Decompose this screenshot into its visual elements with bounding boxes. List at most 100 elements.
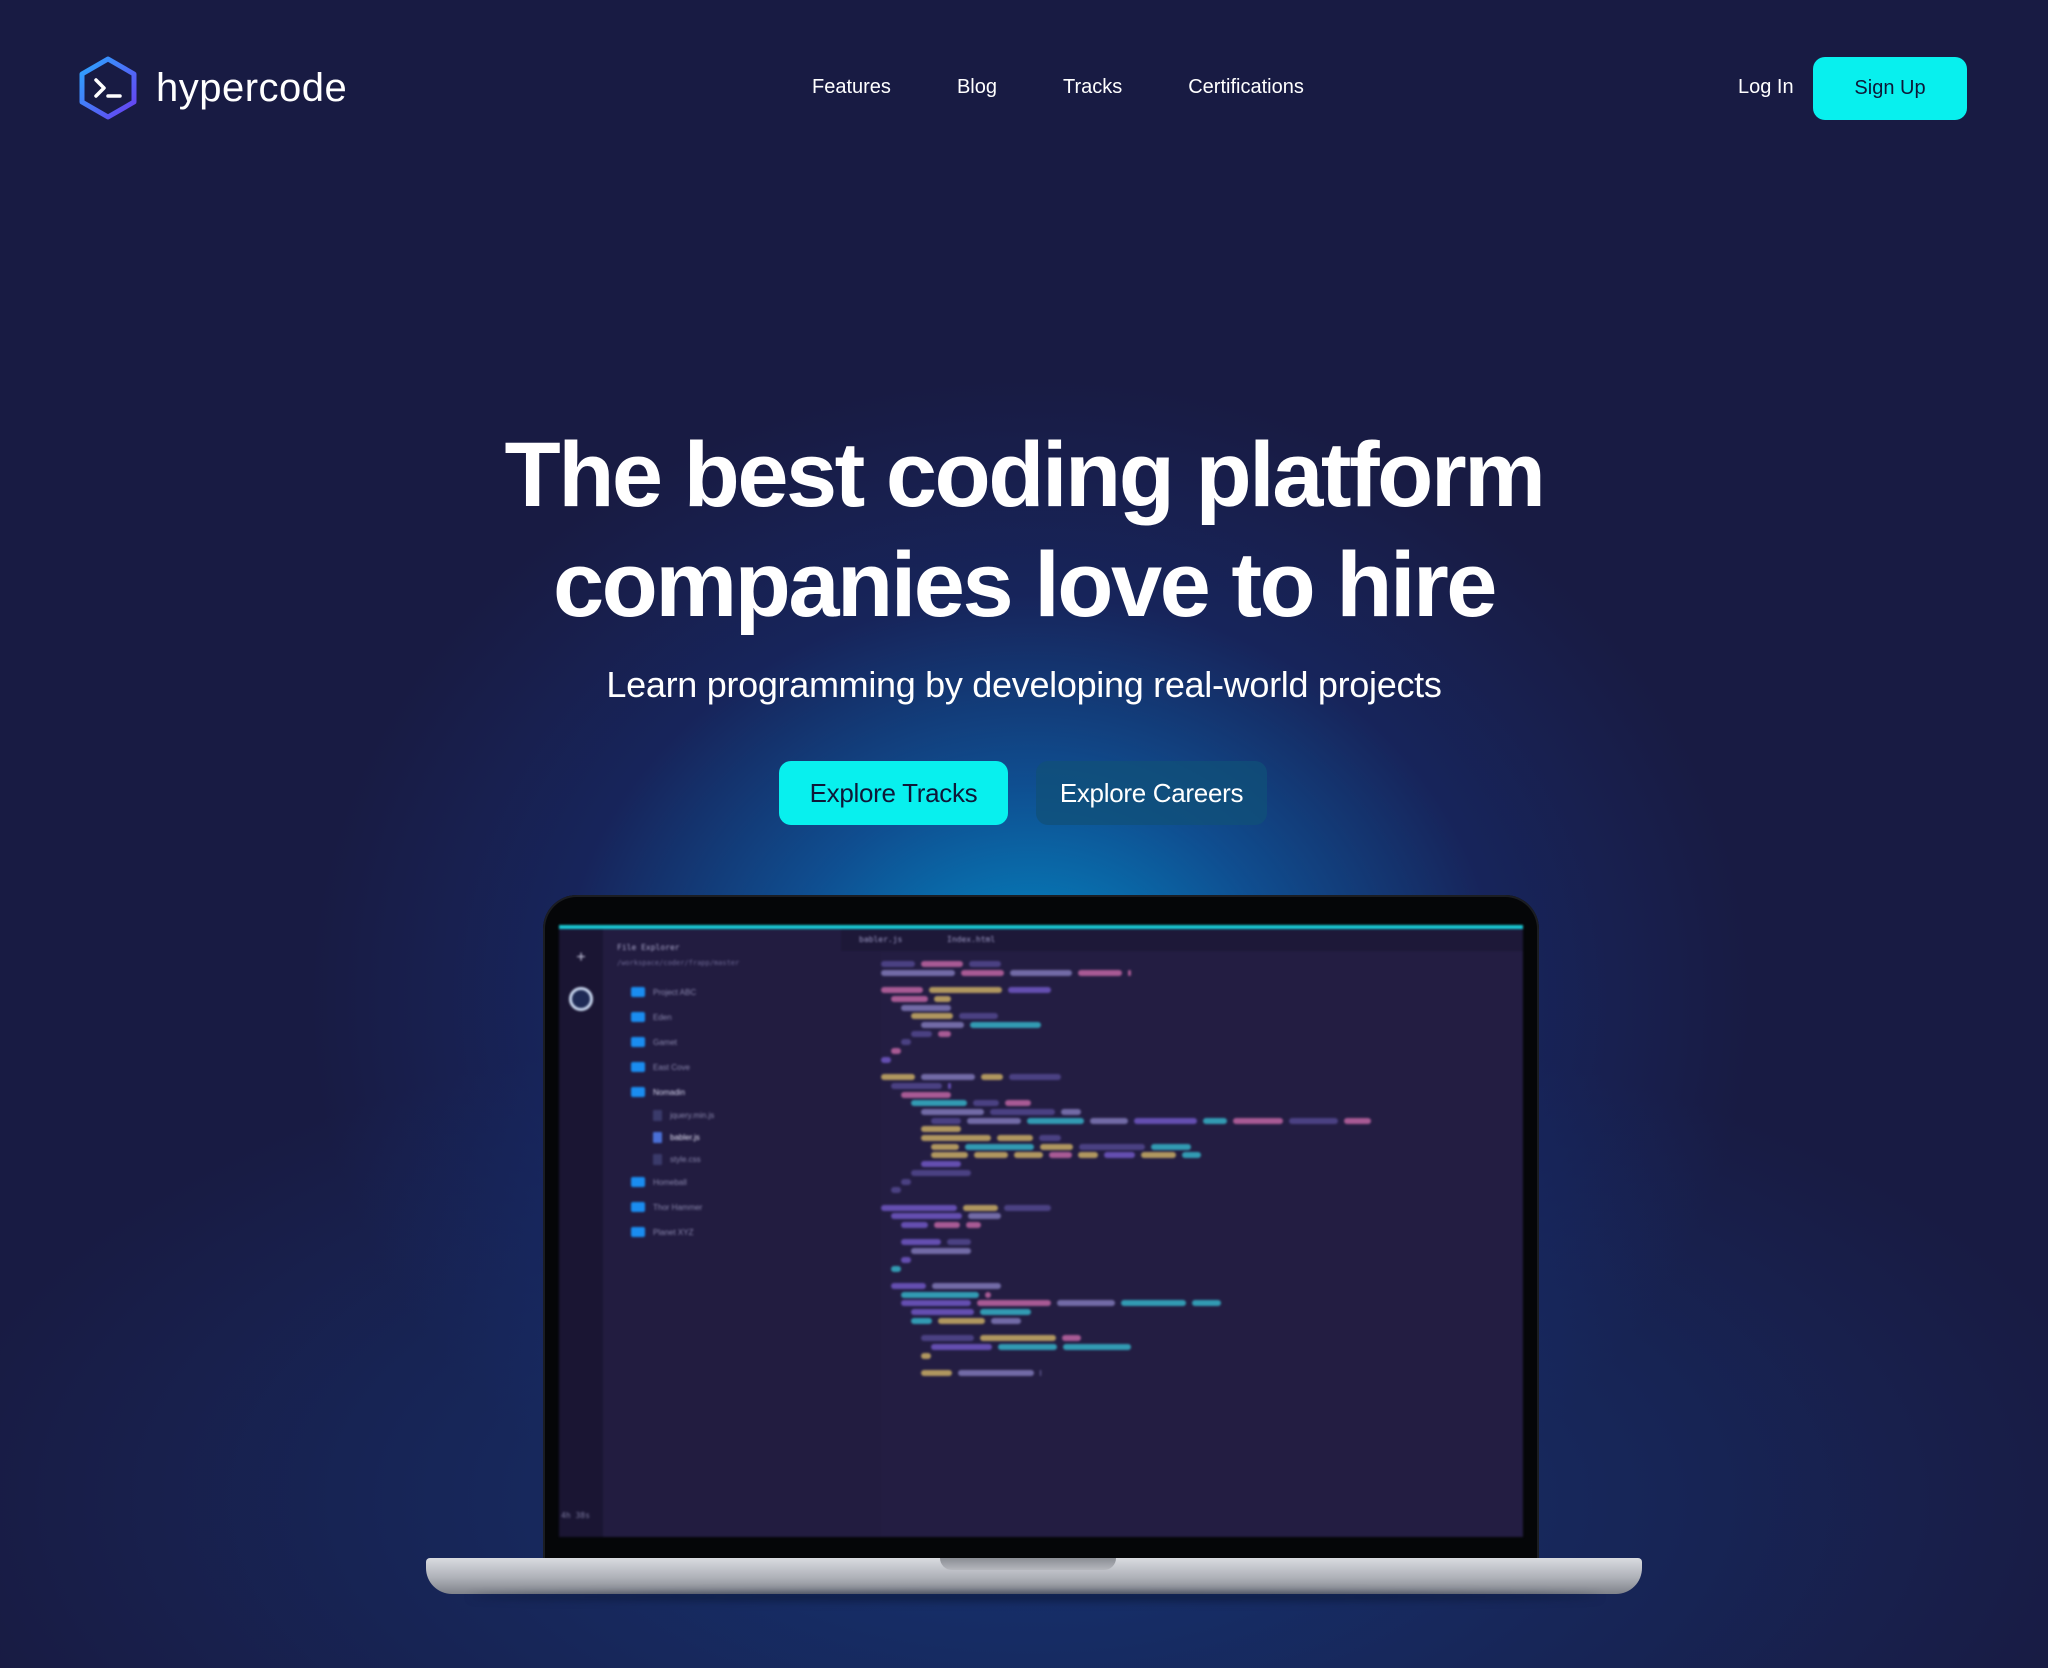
nav-link-certifications[interactable]: Certifications <box>1188 76 1304 99</box>
hero-title: The best coding platform companies love … <box>0 420 2048 640</box>
code-token <box>1009 1074 1061 1080</box>
code-token <box>921 1109 984 1115</box>
code-token <box>1078 1152 1098 1158</box>
top-navigation: hypercode Features Blog Tracks Certifica… <box>0 0 2048 180</box>
laptop-mockup: + 4h 38s File Explorer /workspace/coder/… <box>543 895 1539 1565</box>
code-token <box>891 1048 901 1054</box>
code-token <box>947 1239 971 1245</box>
code-token <box>921 1126 961 1132</box>
code-token <box>911 1100 967 1106</box>
explorer-folder: Gamet <box>631 1037 677 1047</box>
code-token <box>934 996 951 1002</box>
code-token <box>901 1005 951 1011</box>
signup-button[interactable]: Sign Up <box>1813 57 1967 120</box>
code-token <box>921 1022 964 1028</box>
code-token <box>974 1152 1008 1158</box>
login-link[interactable]: Log In <box>1738 76 1794 99</box>
file-icon <box>653 1132 662 1143</box>
folder-icon <box>631 1202 645 1212</box>
primary-nav: Features Blog Tracks Certifications <box>812 76 1370 99</box>
code-token <box>998 1344 1057 1350</box>
hero-title-line-1: The best coding platform <box>0 420 2048 530</box>
code-token <box>991 1318 1021 1324</box>
code-token <box>1141 1152 1176 1158</box>
code-token <box>938 1318 985 1324</box>
editor-tab: Index.html <box>947 935 995 944</box>
code-token <box>968 1213 1001 1219</box>
code-token <box>961 970 1004 976</box>
explorer-folder: Planet XYZ <box>631 1227 693 1237</box>
nav-link-blog[interactable]: Blog <box>957 76 997 99</box>
folder-icon <box>631 1062 645 1072</box>
folder-icon <box>631 1012 645 1022</box>
code-token <box>973 1100 999 1106</box>
code-token <box>921 1353 931 1359</box>
code-token <box>963 1205 998 1211</box>
code-token <box>901 1292 979 1298</box>
code-token <box>931 1152 968 1158</box>
code-token <box>901 1039 911 1045</box>
folder-icon <box>631 1177 645 1187</box>
code-token <box>1040 1144 1073 1150</box>
laptop-shadow <box>470 1592 1600 1602</box>
code-token <box>931 1118 961 1124</box>
code-token <box>929 987 1002 993</box>
code-token <box>881 987 923 993</box>
code-token <box>911 1309 974 1315</box>
code-token <box>921 1370 952 1376</box>
explorer-folder: Homeball <box>631 1177 687 1187</box>
ide-breakpoint-gutter <box>841 929 881 1537</box>
code-token <box>959 1013 998 1019</box>
code-token <box>901 1179 911 1185</box>
hypercode-logo-icon <box>78 56 138 120</box>
code-token <box>958 1370 1034 1376</box>
code-token <box>1151 1144 1191 1150</box>
code-token <box>965 1144 1034 1150</box>
ide-file-explorer: File Explorer /workspace/coder/frapp/mas… <box>603 929 841 1537</box>
code-token <box>901 1257 911 1263</box>
ide-timer: 4h 38s <box>561 1511 590 1520</box>
code-token <box>1079 1144 1145 1150</box>
code-token <box>1004 1205 1051 1211</box>
laptop-notch <box>940 1558 1116 1570</box>
code-token <box>932 1283 1001 1289</box>
code-token <box>1027 1118 1084 1124</box>
ide-screenshot: + 4h 38s File Explorer /workspace/coder/… <box>559 925 1523 1537</box>
code-token <box>990 1109 1055 1115</box>
editor-tab: babler.js <box>859 935 902 944</box>
explorer-folder: East Cove <box>631 1062 690 1072</box>
code-token <box>881 1074 915 1080</box>
code-token <box>1344 1118 1371 1124</box>
explore-tracks-button[interactable]: Explore Tracks <box>779 761 1008 825</box>
brand-logo[interactable]: hypercode <box>78 56 347 120</box>
explorer-folder-open: Nomadin <box>631 1087 685 1097</box>
code-token <box>931 1344 992 1350</box>
brand-name: hypercode <box>156 66 347 111</box>
code-token <box>1090 1118 1128 1124</box>
nav-link-features[interactable]: Features <box>812 76 891 99</box>
code-token <box>1040 1370 1041 1376</box>
folder-icon <box>631 1227 645 1237</box>
code-token <box>891 1283 926 1289</box>
code-token <box>901 1222 928 1228</box>
code-token <box>891 1213 962 1219</box>
explorer-folder: Thor Hammer <box>631 1202 702 1212</box>
code-token <box>921 1335 974 1341</box>
code-token <box>1039 1135 1061 1141</box>
code-token <box>977 1300 1051 1306</box>
ide-activity-bar: + 4h 38s <box>559 929 603 1537</box>
code-token <box>891 996 928 1002</box>
code-token <box>931 1144 959 1150</box>
nav-link-tracks[interactable]: Tracks <box>1063 76 1122 99</box>
code-token <box>1014 1152 1043 1158</box>
code-token <box>901 1300 971 1306</box>
code-token <box>901 1239 941 1245</box>
explorer-file: jquery.min.js <box>653 1110 714 1121</box>
code-token <box>911 1318 932 1324</box>
code-token <box>921 1135 991 1141</box>
explore-careers-button[interactable]: Explore Careers <box>1036 761 1267 825</box>
file-icon <box>653 1154 662 1165</box>
code-token <box>891 1266 901 1272</box>
code-token <box>966 1222 981 1228</box>
code-token <box>1061 1109 1081 1115</box>
